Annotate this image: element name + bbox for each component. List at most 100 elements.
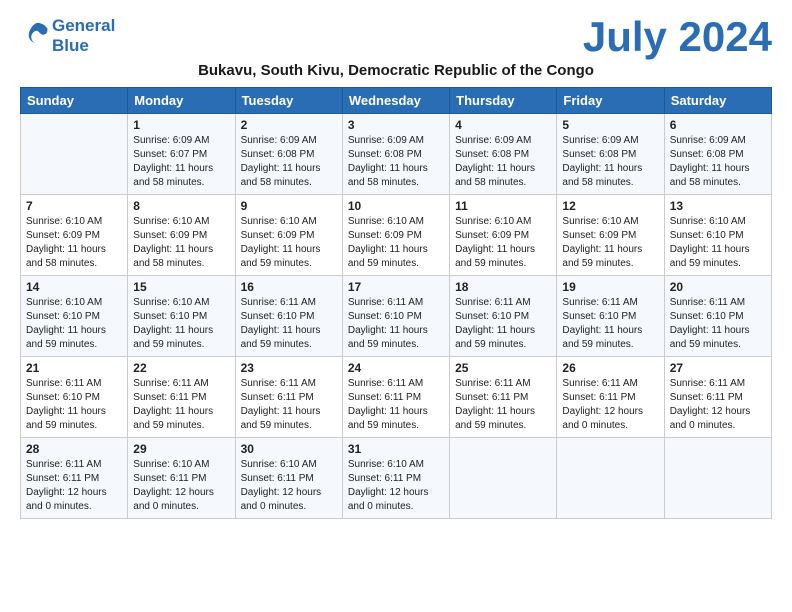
calendar-cell: 20 Sunrise: 6:11 AM Sunset: 6:10 PM Dayli… <box>664 276 771 357</box>
calendar-cell: 27Sunrise: 6:11 AM Sunset: 6:11 PM Dayli… <box>664 357 771 438</box>
day-info: Sunrise: 6:10 AM Sunset: 6:09 PM Dayligh… <box>348 215 444 271</box>
calendar-cell: 3 Sunrise: 6:09 AM Sunset: 6:08 PM Daylig… <box>342 114 449 195</box>
calendar-cell: 22Sunrise: 6:11 AM Sunset: 6:11 PM Dayli… <box>128 357 235 438</box>
calendar-cell: 17 Sunrise: 6:11 AM Sunset: 6:10 PM Dayli… <box>342 276 449 357</box>
calendar-table: SundayMondayTuesdayWednesdayThursdayFrid… <box>20 87 772 519</box>
calendar-cell: 18 Sunrise: 6:11 AM Sunset: 6:10 PM Dayli… <box>450 276 557 357</box>
logo: General Blue <box>20 16 115 55</box>
day-number: 23 <box>241 361 337 375</box>
day-info: Sunrise: 6:10 AM Sunset: 6:09 PM Dayligh… <box>241 215 337 271</box>
day-info: Sunrise: 6:10 AM Sunset: 6:09 PM Dayligh… <box>562 215 658 271</box>
calendar-cell <box>21 114 128 195</box>
calendar-cell: 19 Sunrise: 6:11 AM Sunset: 6:10 PM Dayli… <box>557 276 664 357</box>
day-info: Sunrise: 6:11 AM Sunset: 6:10 PM Dayligh… <box>670 296 766 352</box>
calendar-cell: 29 Sunrise: 6:10 AM Sunset: 6:11 PM Dayli… <box>128 438 235 519</box>
day-info: Sunrise: 6:11 AM Sunset: 6:10 PM Dayligh… <box>241 296 337 352</box>
day-number: 6 <box>670 118 766 132</box>
column-header-thursday: Thursday <box>450 88 557 114</box>
calendar-cell: 7 Sunrise: 6:10 AM Sunset: 6:09 PM Daylig… <box>21 195 128 276</box>
day-info: Sunrise: 6:11 AM Sunset: 6:10 PM Dayligh… <box>455 296 551 352</box>
logo-bird-icon <box>22 19 50 47</box>
column-header-friday: Friday <box>557 88 664 114</box>
calendar-week-row: 28 Sunrise: 6:11 AM Sunset: 6:11 PM Dayli… <box>21 438 772 519</box>
day-number: 4 <box>455 118 551 132</box>
day-number: 12 <box>562 199 658 213</box>
calendar-cell: 25 Sunrise: 6:11 AM Sunset: 6:11 PM Dayli… <box>450 357 557 438</box>
day-number: 20 <box>670 280 766 294</box>
day-number: 17 <box>348 280 444 294</box>
day-info: Sunrise: 6:10 AM Sunset: 6:10 PM Dayligh… <box>26 296 122 352</box>
page-header: General Blue July 2024 <box>20 16 772 58</box>
day-info: Sunrise: 6:11 AM Sunset: 6:11 PM Dayligh… <box>133 377 229 433</box>
day-info: Sunrise: 6:10 AM Sunset: 6:11 PM Dayligh… <box>241 458 337 514</box>
day-number: 14 <box>26 280 122 294</box>
day-info: Sunrise: 6:10 AM Sunset: 6:09 PM Dayligh… <box>455 215 551 271</box>
calendar-cell: 4 Sunrise: 6:09 AM Sunset: 6:08 PM Daylig… <box>450 114 557 195</box>
calendar-cell: 16Sunrise: 6:11 AM Sunset: 6:10 PM Dayli… <box>235 276 342 357</box>
page-subtitle: Bukavu, South Kivu, Democratic Republic … <box>20 62 772 79</box>
calendar-cell: 1 Sunrise: 6:09 AM Sunset: 6:07 PM Daylig… <box>128 114 235 195</box>
day-info: Sunrise: 6:09 AM Sunset: 6:08 PM Dayligh… <box>670 134 766 190</box>
day-info: Sunrise: 6:10 AM Sunset: 6:11 PM Dayligh… <box>133 458 229 514</box>
column-header-tuesday: Tuesday <box>235 88 342 114</box>
day-number: 1 <box>133 118 229 132</box>
day-info: Sunrise: 6:11 AM Sunset: 6:10 PM Dayligh… <box>562 296 658 352</box>
calendar-cell: 12 Sunrise: 6:10 AM Sunset: 6:09 PM Dayli… <box>557 195 664 276</box>
calendar-cell: 11Sunrise: 6:10 AM Sunset: 6:09 PM Dayli… <box>450 195 557 276</box>
day-number: 3 <box>348 118 444 132</box>
column-header-monday: Monday <box>128 88 235 114</box>
day-number: 31 <box>348 442 444 456</box>
day-number: 29 <box>133 442 229 456</box>
calendar-cell: 8 Sunrise: 6:10 AM Sunset: 6:09 PM Daylig… <box>128 195 235 276</box>
day-info: Sunrise: 6:11 AM Sunset: 6:11 PM Dayligh… <box>562 377 658 433</box>
calendar-week-row: 7 Sunrise: 6:10 AM Sunset: 6:09 PM Daylig… <box>21 195 772 276</box>
day-number: 15 <box>133 280 229 294</box>
calendar-cell: 13 Sunrise: 6:10 AM Sunset: 6:10 PM Dayli… <box>664 195 771 276</box>
day-info: Sunrise: 6:09 AM Sunset: 6:08 PM Dayligh… <box>455 134 551 190</box>
day-number: 13 <box>670 199 766 213</box>
month-title: July 2024 <box>583 16 772 58</box>
day-info: Sunrise: 6:10 AM Sunset: 6:11 PM Dayligh… <box>348 458 444 514</box>
day-number: 19 <box>562 280 658 294</box>
calendar-cell: 21Sunrise: 6:11 AM Sunset: 6:10 PM Dayli… <box>21 357 128 438</box>
day-info: Sunrise: 6:11 AM Sunset: 6:10 PM Dayligh… <box>26 377 122 433</box>
column-header-saturday: Saturday <box>664 88 771 114</box>
calendar-cell: 31 Sunrise: 6:10 AM Sunset: 6:11 PM Dayli… <box>342 438 449 519</box>
calendar-cell: 30 Sunrise: 6:10 AM Sunset: 6:11 PM Dayli… <box>235 438 342 519</box>
day-number: 28 <box>26 442 122 456</box>
day-info: Sunrise: 6:11 AM Sunset: 6:11 PM Dayligh… <box>241 377 337 433</box>
calendar-cell: 15Sunrise: 6:10 AM Sunset: 6:10 PM Dayli… <box>128 276 235 357</box>
day-info: Sunrise: 6:11 AM Sunset: 6:11 PM Dayligh… <box>670 377 766 433</box>
day-number: 25 <box>455 361 551 375</box>
calendar-cell: 24Sunrise: 6:11 AM Sunset: 6:11 PM Dayli… <box>342 357 449 438</box>
calendar-cell: 14 Sunrise: 6:10 AM Sunset: 6:10 PM Dayli… <box>21 276 128 357</box>
day-info: Sunrise: 6:11 AM Sunset: 6:10 PM Dayligh… <box>348 296 444 352</box>
day-number: 24 <box>348 361 444 375</box>
day-info: Sunrise: 6:10 AM Sunset: 6:10 PM Dayligh… <box>670 215 766 271</box>
calendar-cell <box>557 438 664 519</box>
calendar-cell: 28 Sunrise: 6:11 AM Sunset: 6:11 PM Dayli… <box>21 438 128 519</box>
day-info: Sunrise: 6:11 AM Sunset: 6:11 PM Dayligh… <box>455 377 551 433</box>
day-info: Sunrise: 6:10 AM Sunset: 6:09 PM Dayligh… <box>26 215 122 271</box>
day-number: 5 <box>562 118 658 132</box>
calendar-week-row: 21Sunrise: 6:11 AM Sunset: 6:10 PM Dayli… <box>21 357 772 438</box>
calendar-cell: 26 Sunrise: 6:11 AM Sunset: 6:11 PM Dayli… <box>557 357 664 438</box>
calendar-week-row: 14 Sunrise: 6:10 AM Sunset: 6:10 PM Dayli… <box>21 276 772 357</box>
day-info: Sunrise: 6:09 AM Sunset: 6:08 PM Dayligh… <box>241 134 337 190</box>
calendar-cell <box>664 438 771 519</box>
day-info: Sunrise: 6:11 AM Sunset: 6:11 PM Dayligh… <box>26 458 122 514</box>
day-info: Sunrise: 6:09 AM Sunset: 6:07 PM Dayligh… <box>133 134 229 190</box>
day-number: 18 <box>455 280 551 294</box>
logo-text: General Blue <box>52 16 115 55</box>
calendar-cell: 23 Sunrise: 6:11 AM Sunset: 6:11 PM Dayli… <box>235 357 342 438</box>
day-number: 8 <box>133 199 229 213</box>
day-info: Sunrise: 6:10 AM Sunset: 6:09 PM Dayligh… <box>133 215 229 271</box>
day-number: 30 <box>241 442 337 456</box>
calendar-cell <box>450 438 557 519</box>
day-number: 2 <box>241 118 337 132</box>
day-info: Sunrise: 6:09 AM Sunset: 6:08 PM Dayligh… <box>348 134 444 190</box>
day-number: 7 <box>26 199 122 213</box>
calendar-cell: 6 Sunrise: 6:09 AM Sunset: 6:08 PM Daylig… <box>664 114 771 195</box>
calendar-header-row: SundayMondayTuesdayWednesdayThursdayFrid… <box>21 88 772 114</box>
day-number: 26 <box>562 361 658 375</box>
